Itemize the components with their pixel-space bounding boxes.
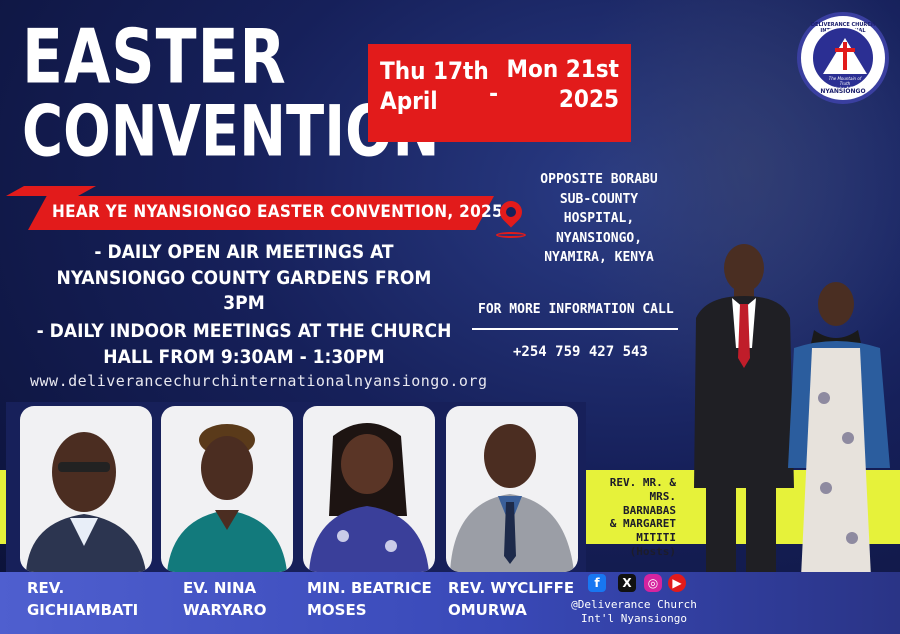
banner-accent <box>6 186 96 196</box>
end-date-year: 2025 <box>558 85 619 113</box>
start-date-month: April <box>380 87 438 115</box>
social-handle: @Deliverance Church Int'l Nyansiongo <box>566 598 702 627</box>
hosts-caption-line: MRS. BARNABAS <box>623 489 676 517</box>
website-link[interactable]: www.deliverancechurchinternationalnyansi… <box>30 372 487 390</box>
speaker-name-gichiambati: REV. GICHIAMBATI <box>27 578 138 622</box>
address-line: NYAMIRA, KENYA <box>544 250 654 265</box>
start-date-day: Thu 17th <box>380 57 489 85</box>
hosts-caption-line: MITITI (Hosts) <box>629 531 676 558</box>
speaker-name-waryaro: EV. NINA WARYARO <box>183 578 267 622</box>
date-box: Thu 17th April - Mon 21st 2025 <box>368 44 631 142</box>
meeting-schedule: - DAILY OPEN AIR MEETINGS AT NYANSIONGO … <box>34 240 454 372</box>
speaker-name-beatrice: MIN. BEATRICE MOSES <box>307 578 432 622</box>
address-line: OPPOSITE BORABU <box>540 172 658 187</box>
speaker-photo-omurwa <box>446 406 578 572</box>
logo-place: NYANSIONGO <box>820 88 866 95</box>
address-line: HOSPITAL, <box>563 211 635 226</box>
speaker-surname: MOSES <box>307 600 367 619</box>
speaker-title: REV. WYCLIFFE <box>448 579 575 597</box>
date-separator: - <box>489 82 499 107</box>
church-logo: DELIVERANCE CHURCH INTERNATIONAL The Mou… <box>797 12 889 104</box>
speaker-title: MIN. BEATRICE <box>307 579 432 597</box>
contact-phone[interactable]: +254 759 427 543 <box>513 344 648 360</box>
meeting-item-open-air: - DAILY OPEN AIR MEETINGS AT NYANSIONGO … <box>56 241 432 315</box>
speaker-photo-gichiambati <box>20 406 152 572</box>
info-label: FOR MORE INFORMATION CALL <box>478 302 674 317</box>
facebook-icon[interactable]: f <box>588 574 606 592</box>
end-date: Mon 21st 2025 <box>507 54 619 114</box>
hosts-caption-line: & MARGARET <box>609 517 676 531</box>
speaker-name-omurwa: REV. WYCLIFFE OMURWA <box>448 578 574 622</box>
speaker-surname: GICHIAMBATI <box>27 600 139 619</box>
instagram-icon[interactable]: ◎ <box>644 574 662 592</box>
speaker-surname: WARYARO <box>183 600 267 619</box>
speaker-surname: OMURWA <box>448 600 527 619</box>
speaker-title: EV. NINA <box>183 579 257 597</box>
speaker-photo-waryaro <box>161 406 293 572</box>
end-date-day: Mon 21st <box>506 55 619 83</box>
hosts-caption-line: REV. MR. & <box>609 476 676 489</box>
social-handle-line: @Deliverance Church <box>571 598 697 611</box>
hosts-caption: REV. MR. & MRS. BARNABAS & MARGARET MITI… <box>590 476 676 559</box>
speaker-photo-beatrice <box>303 406 435 572</box>
logo-motto: The Mountain of Truth <box>828 76 862 86</box>
title-line-1: EASTER <box>22 13 287 102</box>
start-date: Thu 17th April <box>380 56 489 116</box>
banner-text: HEAR YE NYANSIONGO EASTER CONVENTION, 20… <box>52 202 503 222</box>
logo-emblem: The Mountain of Truth Luke 4:18 <box>811 26 875 91</box>
address-line: NYANSIONGO, <box>555 230 643 246</box>
info-divider <box>472 328 678 330</box>
youtube-icon[interactable]: ▶ <box>668 574 686 592</box>
venue-address: OPPOSITE BORABU SUB-COUNTY HOSPITAL, NYA… <box>520 170 678 268</box>
address-line: SUB-COUNTY <box>559 191 639 207</box>
social-handle-line: Int'l Nyansiongo <box>581 612 687 626</box>
speaker-title: REV. <box>27 579 65 597</box>
x-icon[interactable]: X <box>618 574 636 592</box>
meeting-item-indoor: - DAILY INDOOR MEETINGS AT THE CHURCH HA… <box>36 319 452 368</box>
